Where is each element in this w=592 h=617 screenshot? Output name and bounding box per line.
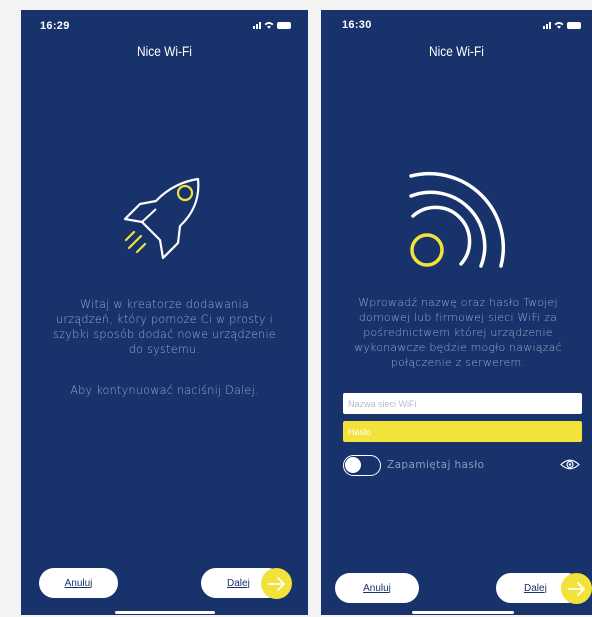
- status-icons: [543, 21, 581, 29]
- status-time: 16:29: [40, 20, 70, 32]
- wifi-line: Wprowadź nazwę oraz hasło Twojej: [358, 296, 558, 309]
- wifi-status-icon: [554, 22, 564, 29]
- wifi-line: połączenie z serwerem.: [390, 356, 526, 369]
- wifi-signal-icon: [409, 171, 506, 268]
- cancel-button[interactable]: Anuluj: [335, 573, 419, 603]
- cancel-button[interactable]: Anuluj: [39, 568, 118, 598]
- home-indicator: [115, 611, 215, 614]
- welcome-line: Witaj w kreatorze dodawania: [80, 298, 249, 311]
- arrow-right-icon: [267, 576, 285, 591]
- wifi-line: pośrednictwem której urządzenie: [363, 326, 553, 339]
- signal-icon: [543, 21, 551, 29]
- welcome-line: do systemu.: [128, 343, 201, 356]
- app-title: Nice Wi-Fi: [429, 43, 484, 59]
- ssid-placeholder: Nazwa sieci WiFi: [348, 398, 417, 409]
- wifi-setup-screen: 16:30 Nice Wi-Fi Wprowadź nazwę oraz has…: [321, 10, 592, 615]
- wifi-line: wykonawcze będzie mogło nawiązać: [354, 341, 562, 354]
- remember-password-toggle[interactable]: [343, 455, 381, 476]
- next-label: Dalej: [524, 582, 547, 594]
- status-icons: [253, 21, 291, 29]
- welcome-line: szybki sposób dodać nowe urządzenie: [53, 328, 276, 341]
- app-title: Nice Wi-Fi: [137, 43, 192, 59]
- welcome-screen: 16:29 Nice Wi-Fi Witaj w kreatorze dodaw…: [21, 10, 308, 615]
- next-arrow-button[interactable]: [261, 568, 292, 599]
- signal-icon: [253, 21, 261, 29]
- next-label: Dalej: [227, 577, 250, 589]
- next-arrow-button[interactable]: [561, 573, 592, 604]
- eye-icon[interactable]: [560, 458, 580, 471]
- password-placeholder: Hasło: [348, 426, 372, 437]
- continue-hint: Aby kontynuować naciśnij Dalej.: [70, 384, 259, 397]
- screenshot-pair: 16:29 Nice Wi-Fi Witaj w kreatorze dodaw…: [0, 0, 592, 617]
- arrow-right-icon: [567, 581, 585, 596]
- ssid-input[interactable]: Nazwa sieci WiFi: [343, 393, 582, 414]
- battery-icon: [567, 22, 581, 29]
- toggle-knob: [345, 457, 361, 473]
- cancel-label: Anuluj: [64, 577, 93, 589]
- status-time: 16:30: [342, 19, 372, 31]
- remember-password-label: Zapamiętaj hasło: [387, 459, 485, 471]
- cancel-label: Anuluj: [363, 582, 391, 594]
- home-indicator: [412, 611, 514, 614]
- wifi-status-icon: [264, 22, 274, 29]
- battery-icon: [277, 22, 291, 29]
- wifi-line: domowej lub firmowej sieci WiFi za: [358, 311, 558, 324]
- rocket-icon: [123, 177, 200, 260]
- welcome-description: Witaj w kreatorze dodawania urządzeń, kt…: [29, 297, 300, 357]
- welcome-line: urządzeń, który pomoże Ci w prosty i: [56, 313, 273, 326]
- wifi-description: Wprowadź nazwę oraz hasło Twojej domowej…: [325, 295, 591, 370]
- password-input[interactable]: Hasło: [343, 421, 582, 442]
